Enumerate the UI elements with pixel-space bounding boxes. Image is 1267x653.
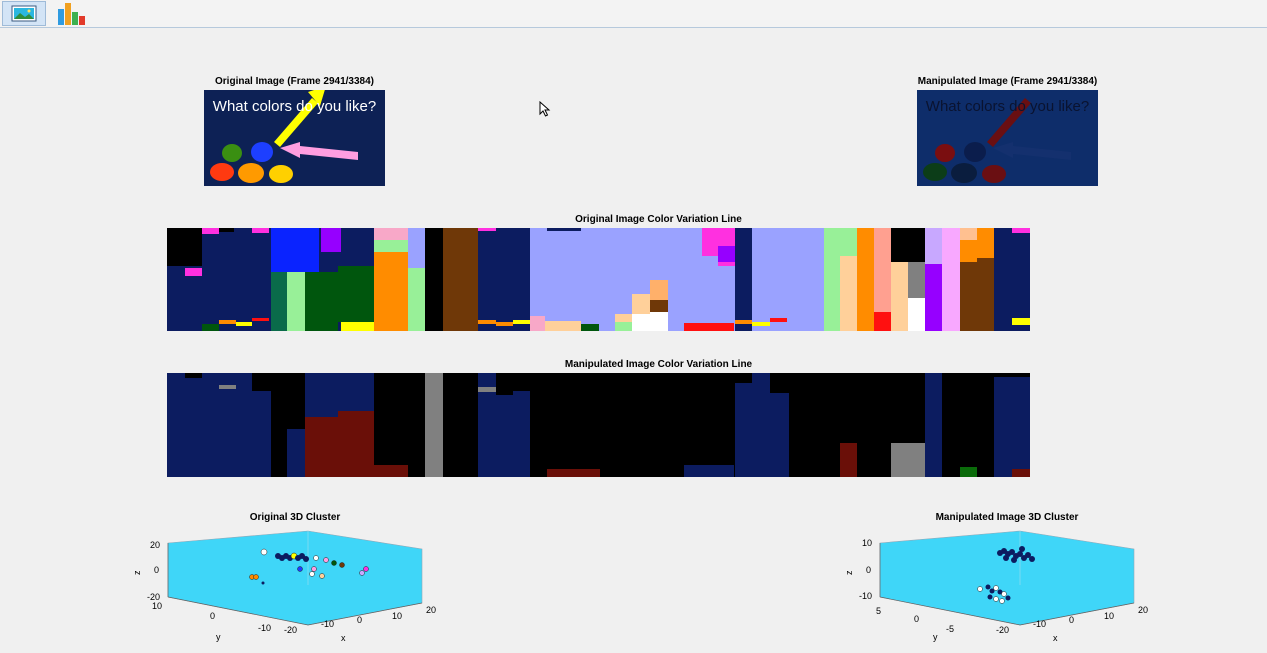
y-tick: 10 xyxy=(152,601,162,611)
image-view-icon xyxy=(11,5,37,22)
y-tick: 5 xyxy=(876,606,881,616)
manipulated-image-title: Manipulated Image (Frame 2941/3384) xyxy=(917,76,1098,87)
x-tick: 10 xyxy=(1104,611,1114,621)
x-tick: 20 xyxy=(1138,605,1148,615)
manipulated-cluster-title: Manipulated Image 3D Cluster xyxy=(935,512,1079,523)
x-tick: 0 xyxy=(357,615,362,625)
y-axis-label: y xyxy=(933,632,938,642)
original-3d-cluster-plot: 20 0 -20 z 10 0 -10 y -20 -10 0 10 20 x xyxy=(132,530,436,643)
y-tick: 0 xyxy=(210,611,215,621)
z-axis-label: z xyxy=(844,570,854,575)
manipulated-color-line-plot xyxy=(167,373,1030,477)
original-color-line-plot xyxy=(167,228,1030,331)
x-axis-label: x xyxy=(1053,633,1058,643)
manipulated-3d-cluster: 10 0 -10 z 5 0 -5 y -20 -10 0 10 20 x xyxy=(842,525,1162,648)
x-tick: 0 xyxy=(1069,615,1074,625)
z-tick: 20 xyxy=(150,540,160,550)
original-image-frame: What colors do you like? xyxy=(204,90,385,186)
image-view-button[interactable] xyxy=(2,1,46,26)
z-tick: 0 xyxy=(866,565,871,575)
x-tick: -20 xyxy=(284,625,297,635)
x-tick: 10 xyxy=(392,611,402,621)
original-image-title: Original Image (Frame 2941/3384) xyxy=(215,76,374,87)
x-tick: -20 xyxy=(996,625,1009,635)
z-tick: 10 xyxy=(862,538,872,548)
x-tick: -10 xyxy=(1033,619,1046,629)
original-frame-caption: What colors do you like? xyxy=(212,98,377,115)
manipulated-3d-cluster-plot: 10 0 -10 z 5 0 -5 y -20 -10 0 10 20 x xyxy=(844,530,1148,643)
z-axis-label: z xyxy=(132,570,142,575)
figure-toolbar xyxy=(0,0,1267,28)
manipulated-image-frame: What colors do you like? xyxy=(917,90,1098,186)
mouse-cursor-icon xyxy=(539,101,551,117)
manipulated-frame-caption: What colors do you like? xyxy=(925,98,1090,115)
original-cluster-title: Original 3D Cluster xyxy=(249,512,341,523)
bar-chart-icon xyxy=(58,3,85,25)
manipulated-line-title: Manipulated Image Color Variation Line xyxy=(564,359,753,370)
manipulated-color-line xyxy=(167,373,1030,477)
y-tick: -10 xyxy=(258,623,271,633)
y-tick: 0 xyxy=(914,614,919,624)
y-tick: -5 xyxy=(946,624,954,634)
original-3d-cluster: 20 0 -20 z 10 0 -10 y -20 -10 0 10 20 x xyxy=(130,525,450,648)
original-color-line xyxy=(167,228,1030,331)
z-tick: 0 xyxy=(154,565,159,575)
y-axis-label: y xyxy=(216,632,221,642)
bar-chart-button[interactable] xyxy=(52,1,96,26)
x-tick: 20 xyxy=(426,605,436,615)
x-axis-label: x xyxy=(341,633,346,643)
original-line-title: Original Image Color Variation Line xyxy=(575,214,742,225)
z-tick: -10 xyxy=(859,591,872,601)
x-tick: -10 xyxy=(321,619,334,629)
